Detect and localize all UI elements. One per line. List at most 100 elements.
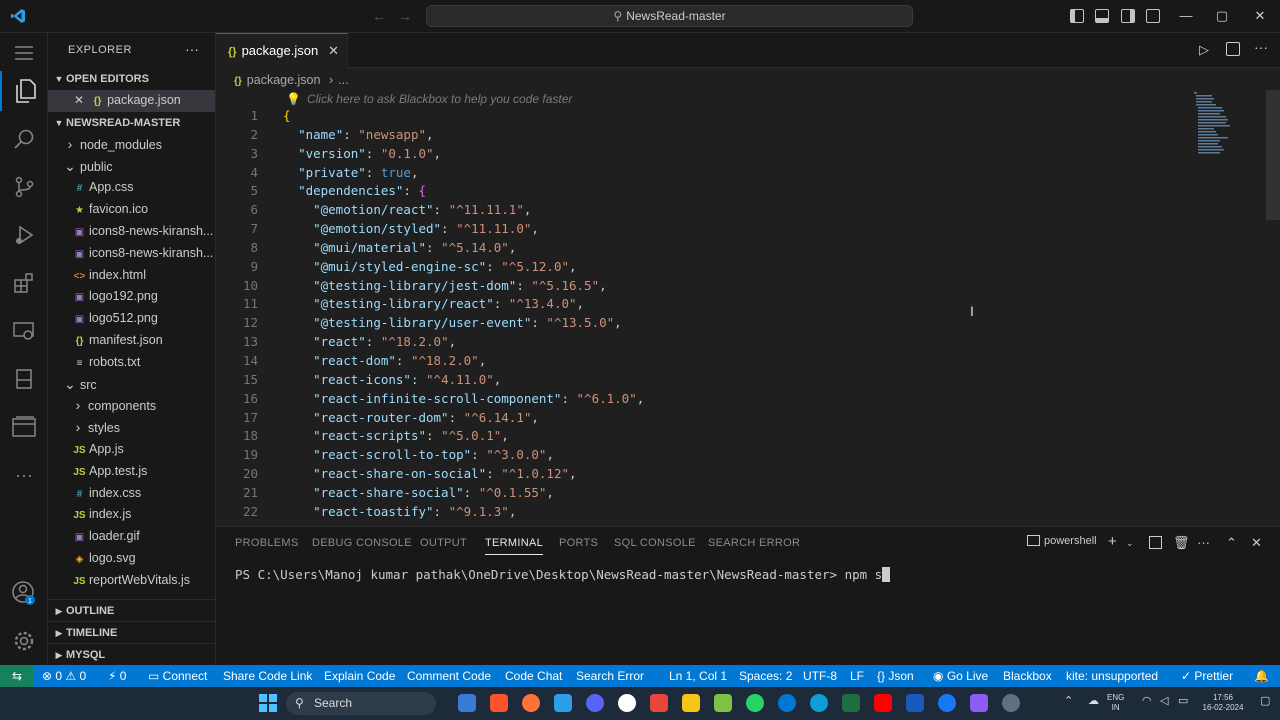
file-tree-item[interactable]: ▣ logo192.png bbox=[48, 286, 215, 308]
taskbar-file-explorer-icon[interactable] bbox=[682, 694, 700, 712]
taskbar-app-icon[interactable] bbox=[650, 694, 668, 712]
forward-arrow-icon[interactable]: → bbox=[398, 8, 412, 24]
customize-layout-icon[interactable] bbox=[1146, 9, 1160, 23]
taskbar-widgets-icon[interactable] bbox=[458, 694, 476, 712]
taskbar-app-icon[interactable] bbox=[714, 694, 732, 712]
file-tree-item[interactable]: ▣ logo512.png bbox=[48, 308, 215, 330]
tray-onedrive-icon[interactable]: ☁ bbox=[1088, 696, 1099, 707]
file-tree-item[interactable]: JS App.js bbox=[48, 439, 215, 461]
extensions-icon[interactable] bbox=[0, 263, 48, 303]
file-tree-item[interactable]: JS App.test.js bbox=[48, 461, 215, 483]
windows-start-icon[interactable] bbox=[259, 694, 277, 712]
split-terminal-icon[interactable] bbox=[1149, 536, 1162, 549]
terminal-output[interactable]: PS C:\Users\Manoj kumar pathak\OneDrive\… bbox=[235, 567, 891, 582]
timeline-section[interactable]: ▶ TIMELINE bbox=[48, 621, 215, 643]
status-go-live[interactable]: ◉ Go Live bbox=[933, 665, 988, 687]
toggle-panel-icon[interactable] bbox=[1095, 9, 1109, 23]
explorer-icon[interactable] bbox=[0, 71, 48, 111]
taskbar-app-icon[interactable] bbox=[618, 694, 636, 712]
split-editor-icon[interactable] bbox=[1226, 42, 1240, 56]
maximize-panel-icon[interactable]: ⌃ bbox=[1226, 535, 1237, 551]
file-tree-item[interactable]: ≡ robots.txt bbox=[48, 352, 215, 374]
taskbar-excel-icon[interactable] bbox=[842, 694, 860, 712]
tab-search-error[interactable]: SEARCH ERROR bbox=[708, 537, 800, 549]
menu-icon[interactable] bbox=[0, 33, 48, 73]
outline-section[interactable]: ▶ OUTLINE bbox=[48, 599, 215, 621]
taskbar-brave-icon[interactable] bbox=[490, 694, 508, 712]
file-tree-item[interactable]: ⌄ public bbox=[48, 156, 215, 178]
file-tree-item[interactable]: › components bbox=[48, 395, 215, 417]
taskbar-word-icon[interactable] bbox=[906, 694, 924, 712]
file-tree-item[interactable]: ★ favicon.ico bbox=[48, 199, 215, 221]
close-tab-icon[interactable]: ✕ bbox=[328, 34, 339, 68]
file-tree-item[interactable]: # App.css bbox=[48, 177, 215, 199]
maximize-button[interactable]: ▢ bbox=[1210, 6, 1234, 26]
status-kite[interactable]: kite: unsupported bbox=[1066, 665, 1158, 687]
run-icon[interactable]: ▷ bbox=[1199, 42, 1209, 58]
file-tree-item[interactable]: ⌄ src bbox=[48, 374, 215, 396]
tab-sql-console[interactable]: SQL CONSOLE bbox=[614, 537, 696, 549]
status-indentation[interactable]: Spaces: 2 bbox=[739, 665, 792, 687]
status-prettier[interactable]: ✓ Prettier bbox=[1181, 665, 1233, 687]
tab-package-json[interactable]: {} package.json ✕ bbox=[216, 33, 348, 68]
file-tree-item[interactable]: JS reportWebVitals.js bbox=[48, 570, 215, 592]
close-panel-icon[interactable]: ✕ bbox=[1251, 535, 1262, 551]
code-editor[interactable]: 💡 Click here to ask Blackbox to help you … bbox=[216, 90, 1280, 522]
status-encoding[interactable]: UTF-8 bbox=[803, 665, 837, 687]
breadcrumb-more[interactable]: ... bbox=[338, 73, 348, 87]
file-tree-item[interactable]: ▣ loader.gif bbox=[48, 526, 215, 548]
file-tree-item[interactable]: {} manifest.json bbox=[48, 330, 215, 352]
command-center-search[interactable]: ⚲ NewsRead-master bbox=[426, 5, 913, 27]
file-tree-item[interactable]: ▣ icons8-news-kiransh... bbox=[48, 243, 215, 265]
account-icon[interactable]: 1 bbox=[0, 573, 48, 613]
notification-center-icon[interactable]: ▢ bbox=[1260, 696, 1270, 707]
status-blackbox[interactable]: Blackbox bbox=[1003, 665, 1052, 687]
tab-terminal[interactable]: TERMINAL bbox=[485, 537, 544, 555]
status-comment-code[interactable]: Comment Code bbox=[407, 665, 491, 687]
status-cursor-position[interactable]: Ln 1, Col 1 bbox=[669, 665, 727, 687]
editor-scrollbar[interactable] bbox=[1266, 90, 1280, 220]
file-tree-item[interactable]: › styles bbox=[48, 417, 215, 439]
more-actions-icon[interactable]: ··· bbox=[185, 41, 199, 57]
notifications-bell-icon[interactable]: 🔔 bbox=[1254, 665, 1269, 687]
ports-status[interactable]: ⚡ 0 bbox=[108, 665, 126, 687]
taskbar-edge-icon[interactable] bbox=[810, 694, 828, 712]
language-indicator[interactable]: ENG IN bbox=[1107, 693, 1124, 713]
status-language[interactable]: {} Json bbox=[877, 665, 914, 687]
tab-debug-console[interactable]: DEBUG CONSOLE bbox=[312, 537, 412, 549]
run-debug-icon[interactable] bbox=[0, 215, 48, 255]
taskbar-discord-icon[interactable] bbox=[586, 694, 604, 712]
search-view-icon[interactable] bbox=[0, 119, 48, 159]
status-eol[interactable]: LF bbox=[850, 665, 864, 687]
file-tree-item[interactable]: # index.css bbox=[48, 483, 215, 505]
more-icon[interactable]: ··· bbox=[0, 455, 48, 495]
taskbar-facebook-icon[interactable] bbox=[938, 694, 956, 712]
close-icon[interactable]: ✕ bbox=[74, 93, 84, 107]
source-control-icon[interactable] bbox=[0, 167, 48, 207]
tray-chevron-up-icon[interactable]: ⌃ bbox=[1064, 696, 1073, 707]
settings-gear-icon[interactable] bbox=[0, 621, 48, 661]
wifi-icon[interactable]: ◠ bbox=[1142, 696, 1152, 707]
toggle-sidebar-icon[interactable] bbox=[1070, 9, 1084, 23]
new-terminal-icon[interactable]: + bbox=[1108, 533, 1117, 550]
volume-icon[interactable]: ◁ bbox=[1160, 696, 1168, 707]
database-icon[interactable] bbox=[0, 359, 48, 399]
file-tree-item[interactable]: <> index.html bbox=[48, 265, 215, 287]
back-arrow-icon[interactable]: ← bbox=[372, 8, 386, 24]
battery-icon[interactable]: ▭ bbox=[1178, 696, 1188, 707]
minimap[interactable] bbox=[1192, 90, 1232, 160]
status-explain-code[interactable]: Explain Code bbox=[324, 665, 395, 687]
more-actions-icon[interactable]: ··· bbox=[1254, 39, 1268, 55]
vscode-logo-icon[interactable] bbox=[10, 8, 26, 24]
status-code-chat[interactable]: Code Chat bbox=[505, 665, 562, 687]
blackbox-hint[interactable]: 💡 Click here to ask Blackbox to help you … bbox=[286, 92, 572, 106]
taskbar-app-icon[interactable] bbox=[970, 694, 988, 712]
remote-explorer-icon[interactable] bbox=[0, 311, 48, 351]
taskbar-settings-icon[interactable] bbox=[1002, 694, 1020, 712]
taskbar-vscode-icon[interactable] bbox=[554, 694, 572, 712]
tab-ports[interactable]: PORTS bbox=[559, 537, 598, 549]
minimize-button[interactable]: — bbox=[1174, 6, 1198, 26]
taskbar-firefox-icon[interactable] bbox=[522, 694, 540, 712]
terminal-shell-selector[interactable]: powershell bbox=[1027, 535, 1097, 547]
taskbar-youtube-icon[interactable] bbox=[874, 694, 892, 712]
